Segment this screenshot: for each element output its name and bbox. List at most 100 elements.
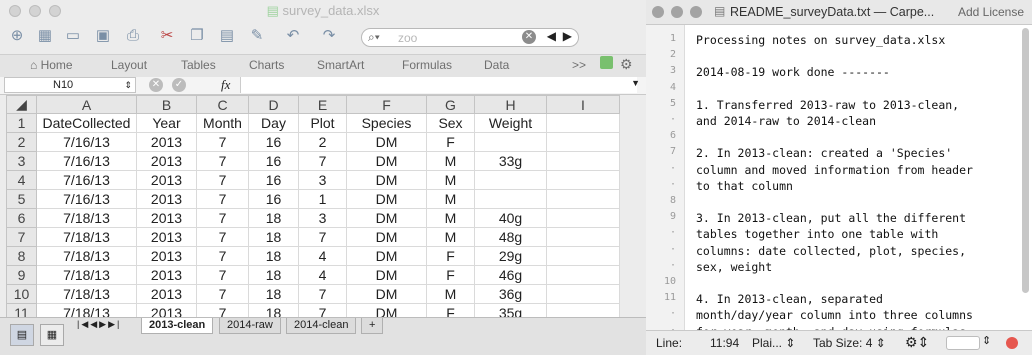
cell[interactable]: 7/16/13: [36, 189, 137, 209]
cell[interactable]: 7/18/13: [36, 265, 137, 285]
column-header[interactable]: C: [196, 95, 249, 114]
column-header[interactable]: I: [546, 95, 620, 114]
cell[interactable]: 16: [248, 170, 299, 190]
ribbon-tab-smartart[interactable]: SmartArt: [317, 58, 364, 72]
ribbon-tab-charts[interactable]: Charts: [249, 58, 284, 72]
sheet-tab-2014-raw[interactable]: 2014-raw: [219, 318, 281, 334]
search-next-icon[interactable]: ▶: [563, 29, 572, 43]
cell[interactable]: 4: [298, 246, 347, 266]
cell[interactable]: 7: [196, 189, 249, 209]
sheet-tab-2014-clean[interactable]: 2014-clean: [286, 318, 357, 334]
cell[interactable]: 46g: [474, 265, 547, 285]
cell[interactable]: [546, 113, 620, 133]
select-all-corner[interactable]: ◢: [6, 95, 37, 114]
column-header[interactable]: A: [36, 95, 137, 114]
minimize-window-button[interactable]: [671, 6, 683, 18]
row-header[interactable]: 10: [6, 284, 37, 304]
close-window-button[interactable]: [652, 6, 664, 18]
row-header[interactable]: 6: [6, 208, 37, 228]
cell[interactable]: [546, 208, 620, 228]
cell[interactable]: [474, 132, 547, 152]
formula-input[interactable]: [240, 77, 637, 93]
cell[interactable]: 2013: [136, 189, 197, 209]
cell[interactable]: 7: [196, 208, 249, 228]
cell[interactable]: [546, 189, 620, 209]
row-header[interactable]: 7: [6, 227, 37, 247]
paste-icon[interactable]: ▤: [216, 25, 238, 47]
page-layout-view-icon[interactable]: ▦: [40, 324, 64, 346]
cell[interactable]: Month: [196, 113, 249, 133]
cancel-entry-icon[interactable]: ✕: [149, 78, 163, 92]
zoom-window-button[interactable]: [690, 6, 702, 18]
cell[interactable]: [546, 246, 620, 266]
cell[interactable]: Species: [346, 113, 427, 133]
gear-icon[interactable]: ⚙⇕: [905, 334, 929, 351]
cell[interactable]: M: [426, 208, 475, 228]
cell[interactable]: DateCollected: [36, 113, 137, 133]
cell[interactable]: 7/18/13: [36, 227, 137, 247]
row-header[interactable]: 1: [6, 113, 37, 133]
column-header[interactable]: F: [346, 95, 427, 114]
cell[interactable]: 7/18/13: [36, 208, 137, 228]
redo-icon[interactable]: ↷: [318, 25, 340, 47]
cell[interactable]: DM: [346, 208, 427, 228]
cell[interactable]: Plot: [298, 113, 347, 133]
cell[interactable]: 2013: [136, 265, 197, 285]
cell[interactable]: 18: [248, 265, 299, 285]
cell[interactable]: 7/16/13: [36, 151, 137, 171]
cell[interactable]: 2013: [136, 227, 197, 247]
cell[interactable]: 7/16/13: [36, 170, 137, 190]
close-window-button[interactable]: [9, 5, 21, 17]
row-header[interactable]: 2: [6, 132, 37, 152]
format-painter-icon[interactable]: ✎: [246, 25, 268, 47]
row-header[interactable]: 8: [6, 246, 37, 266]
cut-icon[interactable]: ✂: [156, 25, 178, 47]
sheet-scroll-arrows[interactable]: |◀◀▶▶|: [77, 319, 121, 330]
cell[interactable]: Weight: [474, 113, 547, 133]
cell[interactable]: 48g: [474, 227, 547, 247]
cell[interactable]: 2013: [136, 151, 197, 171]
cell[interactable]: 2013: [136, 132, 197, 152]
confirm-entry-icon[interactable]: ✓: [172, 78, 186, 92]
cell[interactable]: 2013: [136, 208, 197, 228]
column-header[interactable]: G: [426, 95, 475, 114]
cell[interactable]: 16: [248, 189, 299, 209]
ribbon-tab-home[interactable]: ⌂ Home: [30, 58, 73, 72]
cell[interactable]: [474, 170, 547, 190]
cell[interactable]: M: [426, 189, 475, 209]
cell[interactable]: Year: [136, 113, 197, 133]
symbol-popup-button[interactable]: [946, 336, 980, 350]
collapse-ribbon-button[interactable]: [600, 56, 613, 69]
add-license-button[interactable]: Add License: [958, 5, 1024, 19]
column-header[interactable]: H: [474, 95, 547, 114]
cell[interactable]: 36g: [474, 284, 547, 304]
cell[interactable]: [546, 170, 620, 190]
search-prev-icon[interactable]: ◀: [547, 29, 556, 43]
row-header[interactable]: 3: [6, 151, 37, 171]
cell[interactable]: 7/18/13: [36, 284, 137, 304]
cell[interactable]: M: [426, 284, 475, 304]
cell[interactable]: 18: [248, 227, 299, 247]
cell[interactable]: 1: [298, 189, 347, 209]
print-icon[interactable]: ⎙: [122, 25, 144, 47]
cell[interactable]: M: [426, 227, 475, 247]
name-box[interactable]: N10 ⇕: [4, 77, 136, 93]
cell[interactable]: 7: [298, 284, 347, 304]
cell[interactable]: DM: [346, 265, 427, 285]
cell[interactable]: [474, 189, 547, 209]
cell[interactable]: M: [426, 170, 475, 190]
cell[interactable]: 40g: [474, 208, 547, 228]
new-icon[interactable]: ⊕: [6, 25, 28, 47]
cell[interactable]: 7: [196, 284, 249, 304]
column-header[interactable]: E: [298, 95, 347, 114]
cell[interactable]: 3: [298, 208, 347, 228]
sheet-tab-2013-clean[interactable]: 2013-clean: [141, 318, 214, 334]
cell[interactable]: 7/18/13: [36, 246, 137, 266]
cursor-position[interactable]: 11:94: [710, 336, 739, 350]
insert-function-button[interactable]: fx: [221, 77, 230, 93]
cell[interactable]: Day: [248, 113, 299, 133]
zoom-window-button[interactable]: [49, 5, 61, 17]
column-header[interactable]: D: [248, 95, 299, 114]
cell[interactable]: DM: [346, 284, 427, 304]
cell[interactable]: 7: [298, 227, 347, 247]
